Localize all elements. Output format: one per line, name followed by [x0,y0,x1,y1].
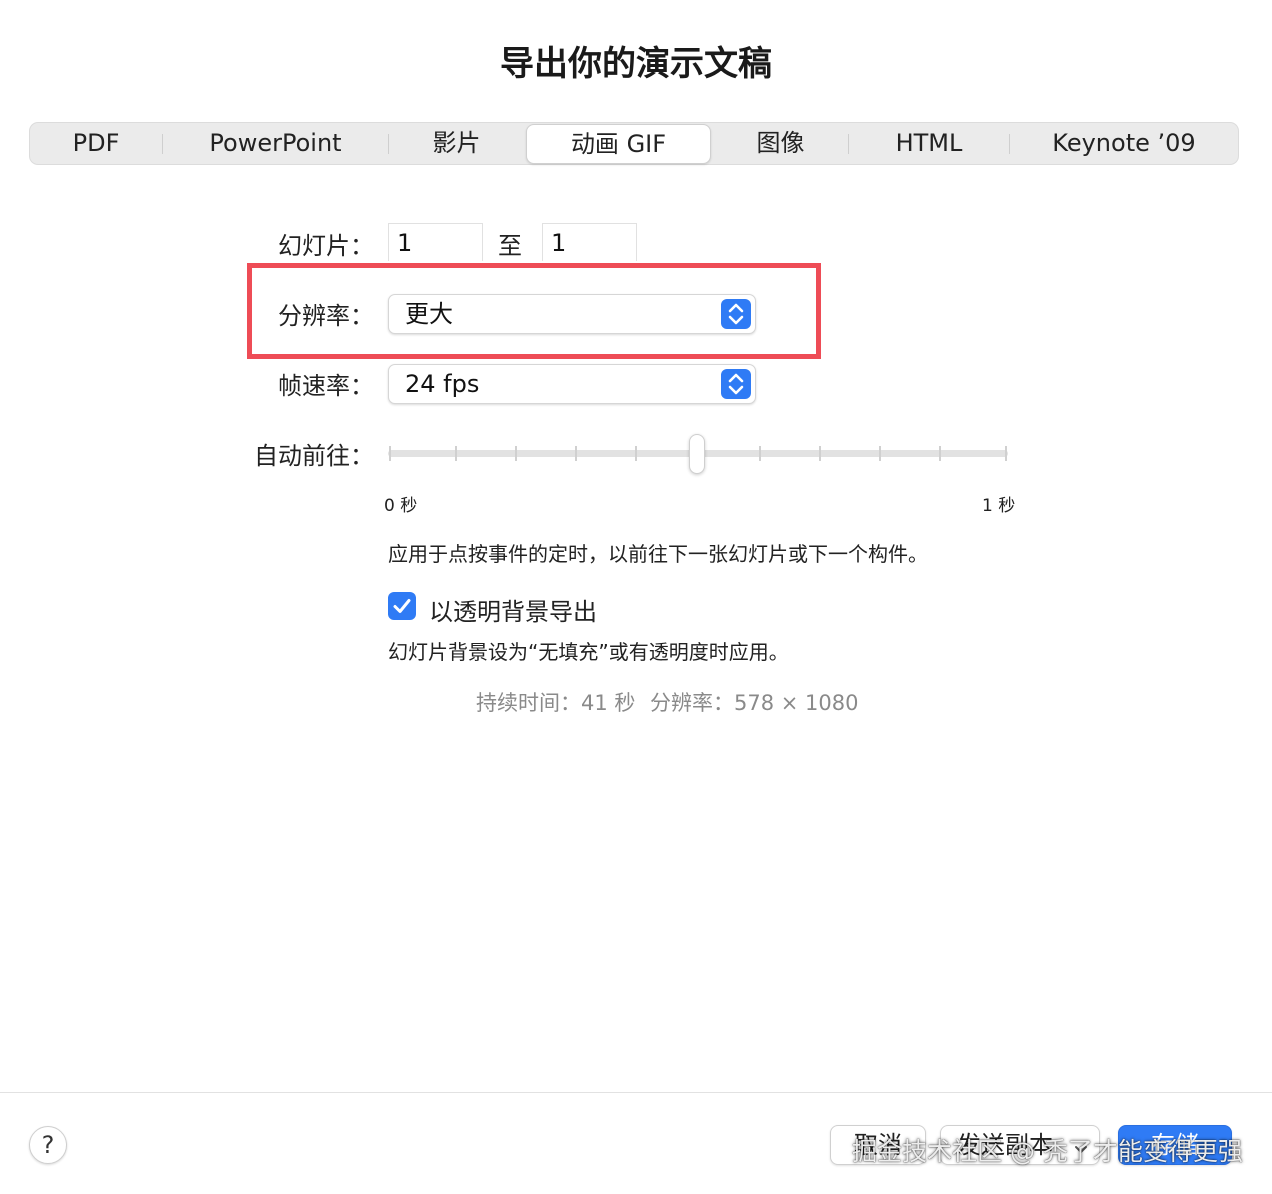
frame-rate-value: 24 fps [405,370,480,398]
slider-tick [759,446,761,461]
tab-images[interactable]: 图像 [713,123,848,164]
tab-animated-gif[interactable]: 动画 GIF [526,124,711,164]
slider-min-label: 0 秒 [384,496,418,516]
tab-pdf[interactable]: PDF [30,123,162,164]
tab-html[interactable]: HTML [849,123,1009,164]
output-resolution-info: 分辨率：578 × 1080 [650,691,859,715]
chevron-up-down-icon [721,369,751,399]
auto-advance-description: 应用于点按事件的定时，以前往下一张幻灯片或下一个构件。 [388,542,928,566]
footer-divider [0,1092,1272,1093]
slider-tick [515,446,517,461]
slider-tick [819,446,821,461]
transparent-background-description: 幻灯片背景设为“无填充”或有透明度时应用。 [388,640,789,664]
slider-tick [635,446,637,461]
transparent-background-label[interactable]: 以透明背景导出 [429,592,597,627]
frame-rate-popup[interactable]: 24 fps [388,364,756,404]
tab-powerpoint[interactable]: PowerPoint [163,123,388,164]
slides-label: 幻灯片： [278,232,374,260]
slider-max-label: 1 秒 [982,496,1016,516]
slider-tick [939,446,941,461]
export-format-tabs: PDF PowerPoint 影片 动画 GIF 图像 HTML Keynote… [29,122,1239,165]
slides-from-field[interactable]: 1 [388,223,483,261]
slides-to-field[interactable]: 1 [542,223,637,261]
slider-tick [879,446,881,461]
help-button[interactable]: ? [29,1126,67,1164]
tab-movie[interactable]: 影片 [389,123,524,164]
auto-advance-label: 自动前往： [254,442,374,470]
duration-info: 持续时间：41 秒 [476,691,636,715]
slider-tick [575,446,577,461]
watermark-text: 掘金技术社区 @ 秃了才能变得更强 [852,1137,1243,1166]
slider-tick [389,446,391,461]
annotation-highlight-box [247,263,821,359]
slider-knob[interactable] [689,434,705,474]
transparent-background-checkbox[interactable] [388,592,416,620]
slider-tick [1005,446,1007,461]
slider-tick [455,446,457,461]
dialog-title: 导出你的演示文稿 [500,44,772,84]
frame-rate-label: 帧速率： [278,372,374,400]
slides-to-label: 至 [498,232,522,260]
tab-keynote-09[interactable]: Keynote ’09 [1010,123,1238,164]
checkmark-icon [393,599,411,613]
